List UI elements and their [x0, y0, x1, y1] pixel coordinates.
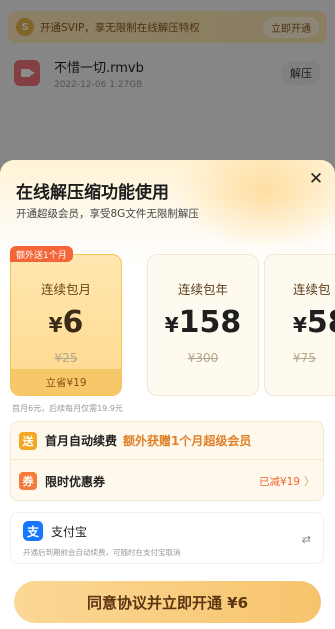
perk-coupon[interactable]: 券 限时优惠券 已减¥19 〉	[11, 462, 323, 500]
file-name: 不惜一切.rmvb	[54, 60, 144, 76]
file-size: 1.27GB	[109, 79, 143, 90]
payment-name: 支付宝	[51, 525, 88, 539]
plan-monthly[interactable]: 连续包月 ¥6 ¥25 立省¥19	[10, 254, 122, 396]
sheet-subtitle: 开通超级会员，享受8G文件无限制解压	[16, 208, 199, 220]
sheet-title: 在线解压缩功能使用	[16, 183, 169, 203]
coin-icon: S	[16, 18, 34, 36]
plan-savings: 立省¥19	[11, 369, 121, 395]
plan-price: ¥58	[293, 305, 335, 340]
plan-price: ¥6	[48, 305, 84, 340]
plan-name: 连续包月	[40, 282, 91, 297]
close-icon[interactable]: ✕	[305, 168, 327, 190]
plan-third[interactable]: 连续包 ¥58 ¥75	[264, 254, 335, 396]
video-file-icon	[14, 60, 40, 86]
payment-note: 开通后到期前会自动续费，可随时在支付宝取消	[23, 548, 181, 557]
agree-and-open-button[interactable]: 同意协议并立即开通 ¥6	[14, 581, 321, 623]
perk-label: 首月自动续费	[45, 434, 118, 448]
vip-banner-text: 开通SVIP，享无限制在线解压特权	[40, 21, 200, 34]
vip-banner[interactable]: S 开通SVIP，享无限制在线解压特权 立即开通	[8, 11, 327, 43]
plan-original-price: ¥75	[293, 351, 316, 365]
coupon-value: 已减¥19	[258, 475, 300, 488]
perk-box: 送 首月自动续费 额外获赠1个月超级会员 券 限时优惠券 已减¥19 〉	[10, 421, 324, 501]
file-row[interactable]: 不惜一切.rmvb 2022-12-06 1.27GB 解压	[14, 55, 321, 91]
plan-name: 连续包	[293, 282, 331, 297]
swap-icon[interactable]: ⇄	[302, 533, 311, 546]
unzip-purchase-sheet: 在线解压缩功能使用 开通超级会员，享受8G文件无限制解压 ✕ 额外送1个月 连续…	[0, 160, 335, 629]
chevron-right-icon: 〉	[304, 475, 315, 488]
plan-name: 连续包年	[177, 282, 228, 297]
payment-method[interactable]: 支 支付宝 开通后到期前会自动续费，可随时在支付宝取消 ⇄	[10, 512, 324, 564]
vip-open-button[interactable]: 立即开通	[263, 16, 319, 38]
gift-icon: 送	[19, 431, 37, 450]
promo-tag: 额外送1个月	[10, 246, 73, 262]
file-date: 2022-12-06	[54, 79, 107, 90]
perk-label: 限时优惠券	[45, 474, 106, 489]
alipay-icon: 支	[23, 521, 43, 541]
file-meta: 2022-12-06 1.27GB	[54, 80, 281, 90]
perk-auto-renew: 送 首月自动续费 额外获赠1个月超级会员	[11, 422, 323, 460]
plan-original-price: ¥25	[54, 351, 78, 365]
plan-yearly[interactable]: 连续包年 ¥158 ¥300	[147, 254, 259, 396]
plan-list: 连续包月 ¥6 ¥25 立省¥19 连续包年 ¥158 ¥300 连续包 ¥58…	[10, 248, 335, 398]
renew-note: 首月6元，后续每月仅需19.9元	[12, 404, 123, 413]
plan-original-price: ¥300	[187, 351, 219, 365]
coupon-icon: 券	[19, 472, 37, 490]
perk-highlight: 额外获赠1个月超级会员	[123, 434, 252, 448]
plan-price: ¥158	[164, 305, 242, 340]
extract-button[interactable]: 解压	[281, 61, 321, 85]
